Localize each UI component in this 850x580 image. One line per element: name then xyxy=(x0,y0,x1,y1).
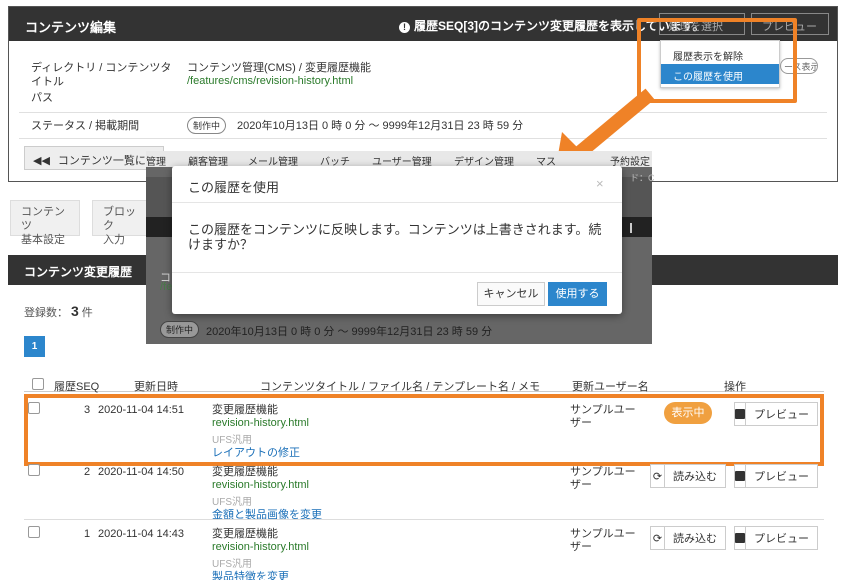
row-date: 2020-11-04 14:43 xyxy=(98,528,185,540)
use-button[interactable]: 使用する xyxy=(548,282,607,306)
row-user: サンプルユーザー xyxy=(570,466,636,491)
double-chevron-left-icon: ◀◀ xyxy=(33,155,50,167)
col-operation: 操作 xyxy=(724,381,746,393)
content-edit-title: コンテンツ編集 xyxy=(25,20,117,35)
load-button[interactable]: ⟳ 読み込む xyxy=(650,526,726,550)
page-button-1[interactable]: 1 xyxy=(24,336,45,357)
row-file[interactable]: revision-history.html xyxy=(212,541,309,553)
modal-divider xyxy=(172,272,622,273)
row-title: 変更履歴機能 xyxy=(212,466,278,478)
preview-label: プレビュー xyxy=(754,533,809,545)
load-label: 読み込む xyxy=(673,471,717,483)
load-button[interactable]: ⟳ 読み込む xyxy=(650,464,726,488)
col-title: コンテンツタイトル / ファイル名 / テンプレート名 / メモ xyxy=(260,381,541,393)
refresh-icon: ⟳ xyxy=(651,465,665,487)
path-value[interactable]: /features/cms/revision-history.html xyxy=(187,75,353,87)
row-divider xyxy=(24,519,824,520)
dim-status-badge: 制作中 xyxy=(160,321,200,338)
load-label: 読み込む xyxy=(673,533,717,545)
modal-divider xyxy=(172,202,622,203)
row-file[interactable]: revision-history.html xyxy=(212,479,309,491)
info-icon: ! xyxy=(399,22,410,33)
row-date: 2020-11-04 14:50 xyxy=(98,466,185,478)
modal-title: この履歴を使用 xyxy=(188,180,280,195)
external-link-icon xyxy=(735,527,746,549)
use-history-modal: この履歴を使用 × この履歴をコンテンツに反映します。コンテンツは上書きされます… xyxy=(172,166,622,314)
row-highlight-frame xyxy=(24,394,824,466)
directory-value: コンテンツ管理(CMS) / 変更履歴機能 xyxy=(187,62,371,74)
record-count-value: 3 xyxy=(71,303,79,319)
dropdown-highlight-frame xyxy=(637,18,797,103)
record-count: 登録数： 3 件 xyxy=(24,303,93,320)
tab-content-basic-settings-label: コンテンツ 基本設定 xyxy=(21,206,65,246)
history-table-header: 履歴SEQ 更新日時 コンテンツタイトル / ファイル名 / テンプレート名 /… xyxy=(24,376,824,393)
history-title: コンテンツ変更履歴 xyxy=(24,265,133,279)
col-user: 更新ユーザー名 xyxy=(572,381,649,393)
tab-block-input[interactable]: ブロック 入力 xyxy=(92,200,150,246)
preview-button[interactable]: プレビュー xyxy=(734,464,818,488)
external-link-icon xyxy=(735,465,746,487)
directory-title-label: ディレクトリ / コンテンツタイトル xyxy=(31,62,172,88)
dim-snippet-path: /fe xyxy=(160,281,173,293)
status-badge: 制作中 xyxy=(187,117,227,134)
col-date: 更新日時 xyxy=(134,381,178,393)
select-all-checkbox[interactable] xyxy=(32,378,44,390)
tab-block-input-label: ブロック 入力 xyxy=(103,206,136,246)
row-seq: 1 xyxy=(84,528,91,540)
nav-item[interactable]: 管理 xyxy=(146,153,166,168)
cancel-button[interactable]: キャンセル xyxy=(477,282,545,306)
preview-button[interactable]: プレビュー xyxy=(734,526,818,550)
back-to-list-button[interactable]: ◀◀ コンテンツ一覧に戻る xyxy=(24,146,164,170)
row-user: サンプルユーザー xyxy=(570,528,636,553)
status-period-label: ステータス / 掲載期間 xyxy=(31,120,140,132)
tab-content-basic-settings[interactable]: コンテンツ 基本設定 xyxy=(10,200,80,246)
row-checkbox[interactable] xyxy=(28,526,40,538)
row-seq: 2 xyxy=(84,466,91,478)
record-count-suffix: 件 xyxy=(81,307,93,319)
modal-body: この履歴をコンテンツに反映します。コンテンツは上書きされます。続けますか？ xyxy=(188,222,602,252)
col-seq: 履歴SEQ xyxy=(54,381,100,393)
dim-period: 2020年10月13日 0 時 0 分 〜 9999年12月31日 23 時 5… xyxy=(206,326,493,338)
row-checkbox[interactable] xyxy=(28,464,40,476)
refresh-icon: ⟳ xyxy=(651,527,665,549)
close-icon[interactable]: × xyxy=(596,176,604,191)
preview-label: プレビュー xyxy=(754,471,809,483)
dim-header-title: ド：C xyxy=(630,173,655,183)
record-count-prefix: 登録数： xyxy=(24,307,68,319)
period-value: 2020年10月13日 0 時 0 分 〜 9999年12月31日 23 時 5… xyxy=(237,120,524,132)
row-memo[interactable]: 製品特徴を変更 xyxy=(212,568,289,580)
path-label: パス xyxy=(31,92,53,104)
status-row: ステータス / 掲載期間 制作中 2020年10月13日 0 時 0 分 〜 9… xyxy=(19,113,827,139)
row-title: 変更履歴機能 xyxy=(212,528,278,540)
